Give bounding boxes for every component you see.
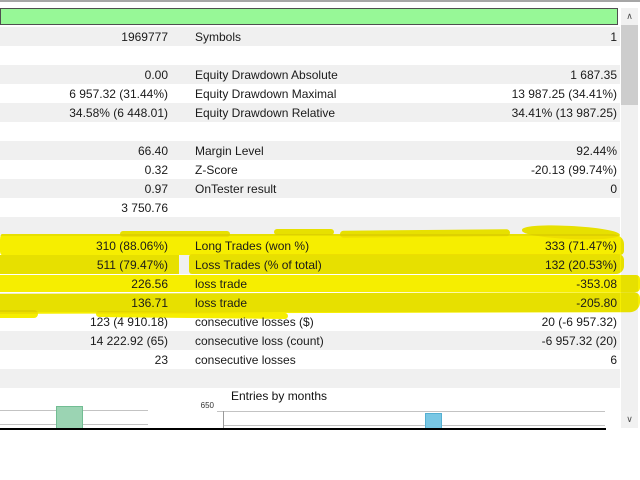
stats-row: 23 consecutive losses 6 — [0, 350, 620, 369]
scroll-up-button[interactable]: ∧ — [621, 8, 638, 25]
stat-left-value: 0.97 — [144, 181, 168, 196]
chart-y-axis-tick-label: 650 — [200, 401, 214, 410]
stat-right-value: -6 957.32 (20) — [541, 333, 617, 348]
stat-left-value: 1969777 — [121, 29, 168, 44]
stat-label: Symbols — [195, 29, 242, 44]
stat-label: Margin Level — [195, 143, 264, 158]
gridline — [223, 425, 605, 426]
stat-right-value: 34.41% (13 987.25) — [511, 105, 617, 120]
stat-right-value: -353.08 — [576, 276, 617, 291]
stat-left-value: 3 750.76 — [121, 200, 168, 215]
stat-right-value: 92.44% — [576, 143, 617, 158]
window-top-border — [0, 0, 640, 2]
stat-right-value: 20 (-6 957.32) — [541, 314, 617, 329]
stat-left-value: 14 222.92 (65) — [89, 333, 168, 348]
stat-left-value: 0.32 — [144, 162, 168, 177]
stats-row: 14 222.92 (65) consecutive loss (count) … — [0, 331, 620, 350]
stat-right-value: 333 (71.47%) — [544, 238, 617, 253]
stat-label: Equity Drawdown Absolute — [195, 67, 338, 82]
stats-row: 136.71 loss trade -205.80 — [0, 293, 620, 312]
highlight-marker — [274, 229, 334, 235]
stats-row: 0.97 OnTester result 0 — [0, 179, 620, 198]
stat-left-value: 23 — [154, 352, 168, 367]
stats-row: 1969777 Symbols 1 — [0, 27, 620, 46]
stats-row: 226.56 loss trade -353.08 — [0, 274, 620, 293]
stats-row — [0, 369, 620, 388]
stats-row — [0, 46, 620, 65]
stat-label: Loss Trades (% of total) — [195, 257, 322, 272]
stat-left-value: 34.58% (6 448.01) — [69, 105, 168, 120]
stat-left-value: 0.00 — [144, 67, 168, 82]
stat-left-value: 226.56 — [131, 276, 168, 291]
stat-left-value: 310 (88.06%) — [95, 238, 168, 253]
stats-row: 0.00 Equity Drawdown Absolute 1 687.35 — [0, 65, 620, 84]
stats-row — [0, 122, 620, 141]
stats-row: 6 957.32 (31.44%) Equity Drawdown Maxima… — [0, 84, 620, 103]
stat-label: loss trade — [195, 276, 248, 291]
progress-bar — [0, 8, 618, 25]
highlight-marker — [339, 229, 511, 238]
chevron-down-icon: ∨ — [626, 414, 633, 424]
stats-row: 511 (79.47%) Loss Trades (% of total) 13… — [0, 255, 620, 274]
stat-left-value: 136.71 — [131, 295, 168, 310]
gridline — [217, 411, 605, 412]
stat-right-value: 13 987.25 (34.41%) — [511, 86, 617, 101]
stat-label: Equity Drawdown Maximal — [195, 86, 337, 101]
stats-row: 66.40 Margin Level 92.44% — [0, 141, 620, 160]
chart-baseline — [0, 428, 606, 430]
tester-report-window: 1969777 Symbols 1 0.00 Equity Drawdown A… — [0, 0, 640, 480]
stat-label: Z-Score — [195, 162, 238, 177]
chart-y-axis-line — [223, 411, 224, 428]
stat-right-value: -205.80 — [576, 295, 617, 310]
stat-right-value: 0 — [610, 181, 617, 196]
stat-label: loss trade — [195, 295, 248, 310]
stats-row: 310 (88.06%) Long Trades (won %) 333 (71… — [0, 236, 620, 255]
stat-right-value: 132 (20.53%) — [544, 257, 617, 272]
chevron-up-icon: ∧ — [626, 11, 633, 21]
chart-bar-green — [56, 406, 83, 428]
stat-right-value: 1 — [610, 29, 617, 44]
stats-row: 0.32 Z-Score -20.13 (99.74%) — [0, 160, 620, 179]
stat-label: Equity Drawdown Relative — [195, 105, 336, 120]
stat-label: OnTester result — [195, 181, 277, 196]
stat-right-value: 6 — [610, 352, 617, 367]
chart-title: Entries by months — [231, 389, 328, 403]
highlight-marker — [120, 231, 230, 237]
chart-bar-blue — [425, 413, 442, 428]
stat-left-value: 6 957.32 (31.44%) — [69, 86, 168, 101]
stat-left-value: 123 (4 910.18) — [89, 314, 168, 329]
scrollbar-thumb[interactable] — [621, 25, 638, 105]
stats-rows: 1969777 Symbols 1 0.00 Equity Drawdown A… — [0, 27, 620, 388]
stats-row: 3 750.76 — [0, 198, 620, 217]
stats-row: 34.58% (6 448.01) Equity Drawdown Relati… — [0, 103, 620, 122]
stat-label: Long Trades (won %) — [195, 238, 310, 253]
stat-left-value: 511 (79.47%) — [96, 257, 168, 272]
scroll-down-button[interactable]: ∨ — [621, 411, 638, 428]
stat-label: consecutive losses ($) — [195, 314, 314, 329]
stat-left-value: 66.40 — [137, 143, 168, 158]
stat-label: consecutive loss (count) — [195, 333, 324, 348]
stat-right-value: 1 687.35 — [570, 67, 617, 82]
stats-row: 123 (4 910.18) consecutive losses ($) 20… — [0, 312, 620, 331]
stat-right-value: -20.13 (99.74%) — [530, 162, 617, 177]
stat-label: consecutive losses — [195, 352, 296, 367]
vertical-scrollbar[interactable]: ∧ ∨ — [621, 8, 638, 428]
